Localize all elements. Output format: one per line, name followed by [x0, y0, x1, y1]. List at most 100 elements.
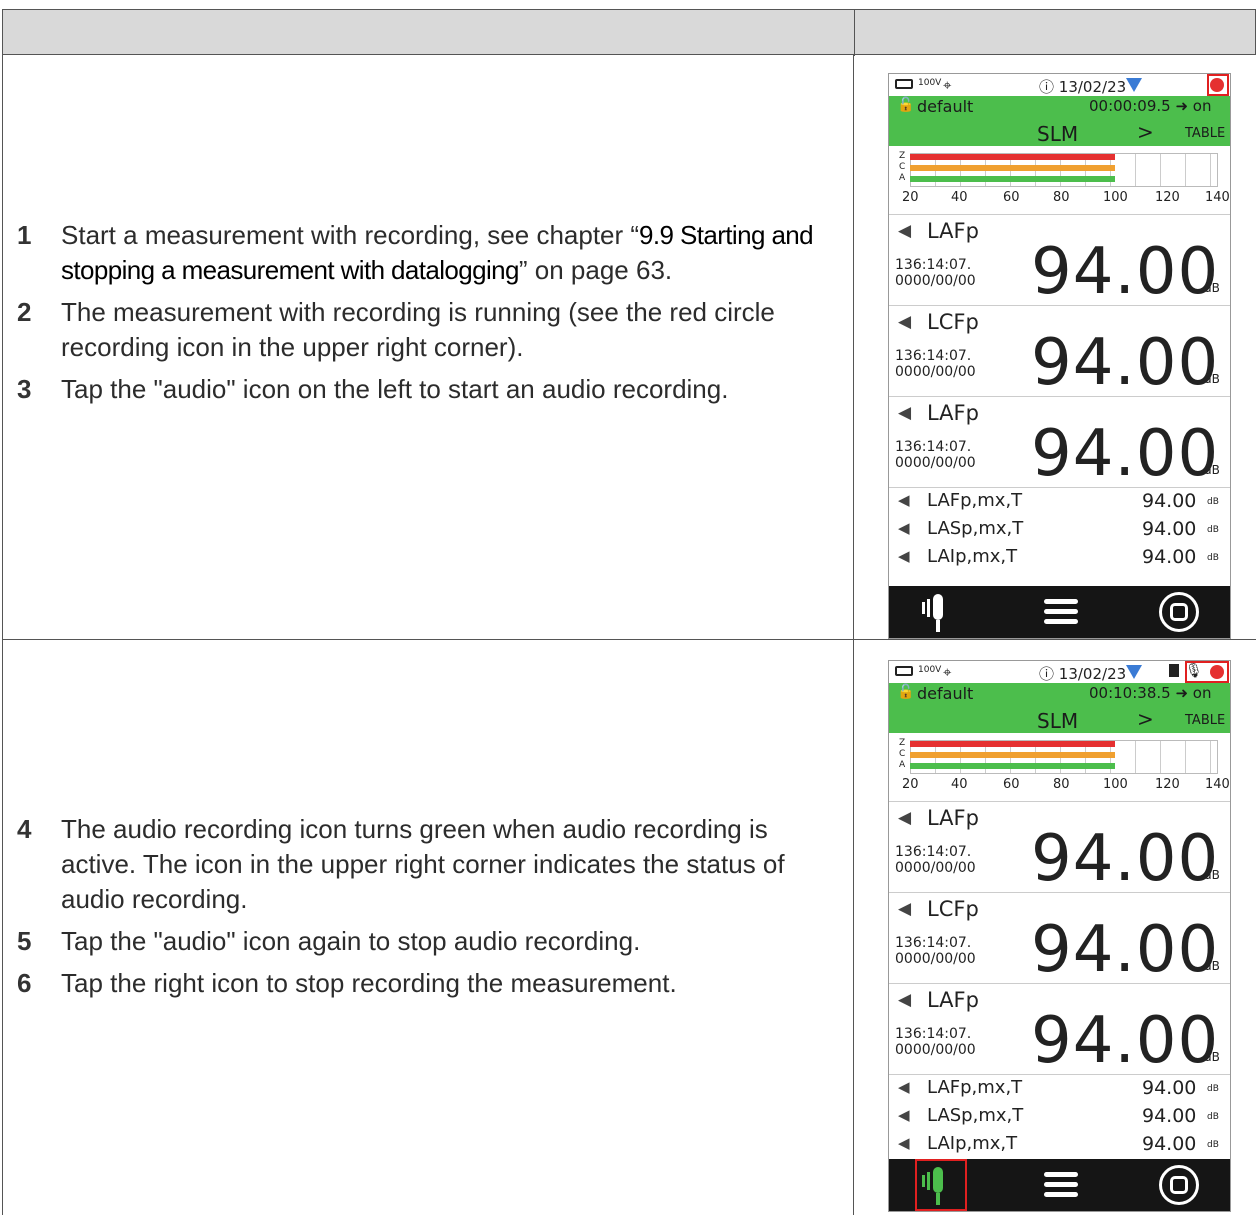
stop-icon[interactable] — [1159, 592, 1199, 632]
measurement-unit: dB — [1204, 959, 1220, 973]
voltage-label: 100V — [918, 78, 942, 88]
measurement-panel[interactable]: ◀ LAFp 136:14:07. 0000/00/00 94.00 dB — [889, 215, 1230, 309]
date-text: 0000/00/00 — [895, 273, 976, 289]
bar-label-z: Z — [899, 151, 906, 161]
table-label[interactable]: TABLE — [1185, 713, 1225, 728]
mini-measurement[interactable]: ◀ LAFp,mx,T 94.00 dB — [889, 488, 1230, 516]
bottom-nav — [889, 1159, 1230, 1211]
table-row: 4 The audio recording icon turns green w… — [2, 640, 1256, 1215]
bar-a — [910, 176, 1115, 182]
step-item: 2 The measurement with recording is runn… — [17, 295, 847, 365]
preset-band[interactable]: 🔓 default 00:10:38.5 ➜ on SLM > TABLE — [889, 683, 1230, 733]
step-number: 4 — [17, 814, 32, 844]
step-number: 2 — [17, 297, 32, 327]
date-text: 0000/00/00 — [895, 364, 976, 380]
tick-label: 60 — [1003, 777, 1020, 792]
mini-measurement[interactable]: ◀ LASp,mx,T 94.00 dB — [889, 1103, 1230, 1131]
mini-value: 94.00 — [1142, 1105, 1197, 1127]
measurement-panel[interactable]: ◀ LAFp 136:14:07. 0000/00/00 94.00 dB — [889, 397, 1230, 491]
measurement-name: LAFp — [927, 401, 979, 425]
mini-measurement[interactable]: ◀ LAFp,mx,T 94.00 dB — [889, 1075, 1230, 1103]
measurement-unit: dB — [1204, 463, 1220, 477]
mini-measurement[interactable]: ◀ LASp,mx,T 94.00 dB — [889, 516, 1230, 544]
measurement-panel[interactable]: ◀ LAFp 136:14:07. 0000/00/00 94.00 dB — [889, 984, 1230, 1078]
level-bars: Z C A 20 40 60 80 100 120 140 — [889, 733, 1230, 802]
status-bar: 100V ⌖ ⓘ 13/02/23 🎙 — [889, 661, 1230, 683]
mini-name: LASp,mx,T — [927, 1105, 1024, 1126]
timer-text: 00:00:09.5 — [1089, 97, 1171, 115]
measurement-value: 94.00 — [1031, 913, 1220, 987]
measurement-panel[interactable]: ◀ LCFp 136:14:07. 0000/00/00 94.00 dB — [889, 893, 1230, 987]
preset-band[interactable]: 🔓 default 00:00:09.5 ➜ on SLM > TABLE — [889, 96, 1230, 146]
step-number: 6 — [17, 968, 32, 998]
battery-icon — [895, 79, 913, 89]
instruction-table: 1 Start a measurement with recording, se… — [0, 9, 1256, 1215]
chevron-right-icon[interactable]: > — [1137, 120, 1154, 144]
bar-label-c: C — [899, 749, 906, 759]
speaker-icon: ◀ — [898, 899, 912, 919]
bar-label-z: Z — [899, 738, 906, 748]
measurement-unit: dB — [1204, 1050, 1220, 1064]
tick-label: 140 — [1205, 777, 1230, 792]
step-item: 5 Tap the "audio" icon again to stop aud… — [17, 924, 847, 959]
sd-card-icon — [1169, 664, 1179, 677]
stop-icon[interactable] — [1159, 1165, 1199, 1205]
mini-name: LAIp,mx,T — [927, 546, 1018, 567]
table-label[interactable]: TABLE — [1185, 126, 1225, 141]
speaker-icon: ◀ — [898, 547, 910, 565]
lock-icon: 🔓 — [897, 97, 915, 113]
record-highlight — [1185, 661, 1229, 683]
tick-label: 40 — [951, 777, 968, 792]
speaker-icon: ◀ — [898, 491, 910, 509]
header-divider — [854, 10, 855, 56]
measurement-name: LCFp — [927, 897, 979, 921]
mode-on: on — [1192, 97, 1212, 115]
mini-name: LAIp,mx,T — [927, 1133, 1018, 1154]
measurement-unit: dB — [1204, 868, 1220, 882]
mini-measurement[interactable]: ◀ LAIp,mx,T 94.00 dB — [889, 1131, 1230, 1159]
mini-unit: dB — [1207, 553, 1219, 563]
measurement-panel[interactable]: ◀ LAFp 136:14:07. 0000/00/00 94.00 dB — [889, 802, 1230, 896]
menu-icon[interactable] — [1044, 1172, 1078, 1202]
speaker-icon: ◀ — [898, 519, 910, 537]
triangle-icon — [1126, 78, 1142, 92]
mini-measurement[interactable]: ◀ LAIp,mx,T 94.00 dB — [889, 544, 1230, 572]
tick-label: 40 — [951, 190, 968, 205]
mini-name: LAFp,mx,T — [927, 490, 1023, 511]
status-date: ⓘ 13/02/23 — [1039, 76, 1126, 97]
measurement-time: 136:14:07. 0000/00/00 — [895, 844, 976, 876]
mini-value: 94.00 — [1142, 518, 1197, 540]
mini-value: 94.00 — [1142, 1077, 1197, 1099]
tick-label: 20 — [902, 190, 919, 205]
bar-label-c: C — [899, 162, 906, 172]
speaker-icon: ◀ — [898, 990, 912, 1010]
triangle-icon — [1126, 665, 1142, 679]
record-highlight — [1207, 74, 1229, 96]
bar-label-a: A — [899, 760, 906, 770]
measurement-time: 136:14:07. 0000/00/00 — [895, 348, 976, 380]
step-text: Tap the "audio" icon again to stop audio… — [61, 926, 641, 956]
tick-label: 120 — [1155, 190, 1180, 205]
step-text-post: ” on page 63. — [518, 255, 673, 285]
step-number: 3 — [17, 374, 32, 404]
time-text: 136:14:07. — [895, 439, 972, 455]
tick-label: 100 — [1103, 777, 1128, 792]
device-screenshot: 100V ⌖ ⓘ 13/02/23 🔓 default 00:00:09.5 ➜… — [888, 73, 1231, 639]
chevron-right-icon[interactable]: > — [1137, 707, 1154, 731]
bar-c — [910, 752, 1115, 758]
alert-icon: ⓘ — [1039, 665, 1059, 683]
mini-unit: dB — [1207, 1084, 1219, 1094]
mode-title: SLM — [1037, 709, 1079, 733]
date-text: 0000/00/00 — [895, 951, 976, 967]
measurement-panel[interactable]: ◀ LCFp 136:14:07. 0000/00/00 94.00 dB — [889, 306, 1230, 400]
speaker-icon: ◀ — [898, 1106, 910, 1124]
mode-on: on — [1192, 684, 1212, 702]
column-divider — [853, 640, 854, 1215]
mic-icon[interactable] — [919, 590, 959, 634]
status-bar: 100V ⌖ ⓘ 13/02/23 — [889, 74, 1230, 96]
tick-label: 100 — [1103, 190, 1128, 205]
mic-wave — [922, 602, 925, 614]
bar-z — [910, 741, 1115, 747]
menu-icon[interactable] — [1044, 599, 1078, 629]
step-text: The measurement with recording is runnin… — [61, 297, 775, 362]
